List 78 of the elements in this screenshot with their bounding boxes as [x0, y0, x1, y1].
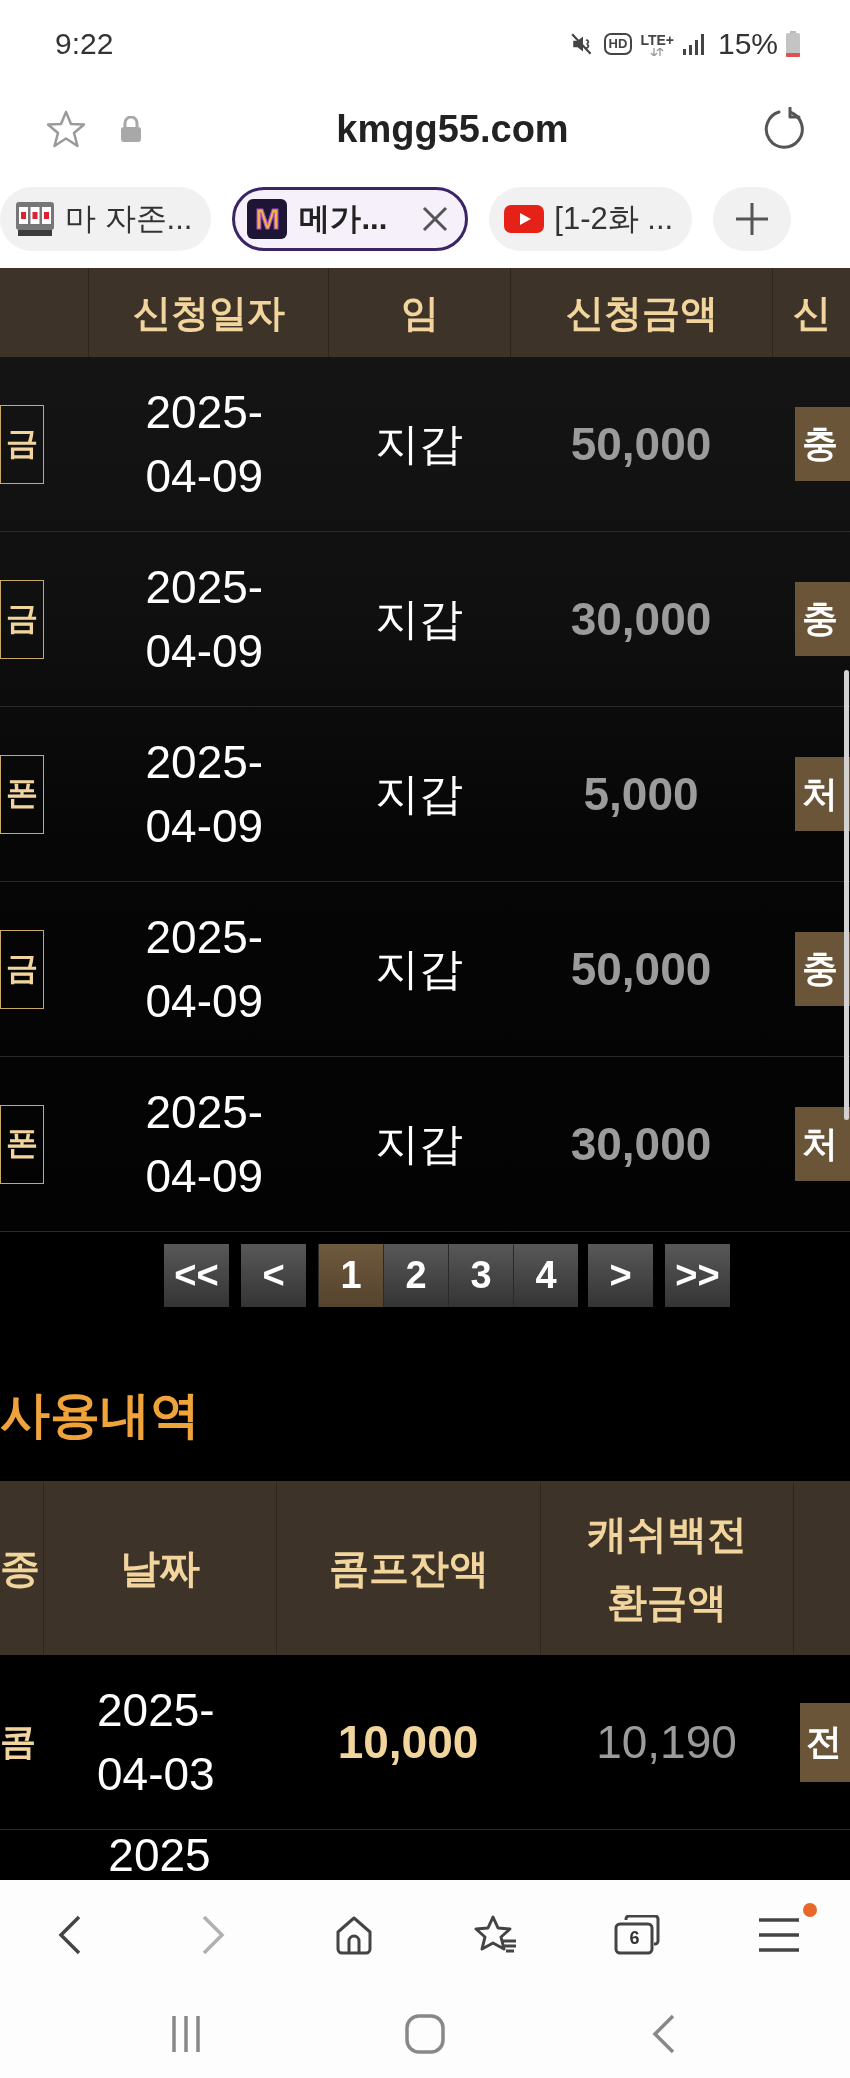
table-cell-text: 지갑: [375, 1117, 463, 1170]
network-type: LTE+: [640, 32, 674, 48]
browser-tab[interactable]: M 메가...: [232, 187, 469, 251]
amount-cell: 5,000: [583, 767, 699, 821]
amount-cell: 30,000: [570, 592, 712, 646]
play-button-icon: [504, 205, 545, 233]
date-cell-text: 2025-04-09: [145, 560, 265, 679]
url-field[interactable]: kmgg55.com: [142, 107, 763, 151]
last-page-button[interactable]: >>: [665, 1244, 730, 1307]
battery-percentage: 15%: [717, 27, 778, 61]
tab-title: [1-2화 ...: [554, 200, 674, 238]
tabs-icon: [614, 1915, 661, 1955]
table-cell-text: 지갑: [375, 942, 463, 995]
column-header: 날짜: [120, 1545, 200, 1592]
signal-icon: [681, 32, 706, 56]
next-page-button[interactable]: >: [588, 1244, 653, 1307]
action-button[interactable]: 전: [800, 1702, 850, 1782]
column-header: 콤프잔액: [328, 1545, 489, 1592]
status-button[interactable]: 충: [795, 407, 850, 481]
status-button[interactable]: 처: [795, 1107, 850, 1181]
table-cell-text: 지갑: [375, 767, 463, 820]
previous-page-button[interactable]: <: [241, 1244, 306, 1307]
date-cell-text: 2025-04-09: [145, 1085, 265, 1204]
menu-icon[interactable]: [757, 1915, 802, 1955]
status-button[interactable]: 충: [795, 582, 850, 656]
clock-time: 9:22: [55, 27, 114, 61]
amount-cell: 50,000: [570, 417, 712, 471]
column-header: 신: [792, 291, 831, 334]
site-logo: M: [247, 199, 288, 239]
table-cell-text: 콤: [0, 1719, 36, 1764]
page-button[interactable]: 1: [318, 1244, 383, 1307]
scrollbar-thumb[interactable]: [844, 670, 849, 1120]
amount-cell: 50,000: [570, 942, 712, 996]
bookmarks-icon[interactable]: [473, 1915, 518, 1955]
home-icon[interactable]: [334, 1915, 375, 1955]
amount-cell: 30,000: [570, 1117, 712, 1171]
table-cell-text: 지갑: [375, 417, 463, 470]
slot-machine-icon: [15, 201, 55, 237]
column-header: 임: [400, 291, 439, 334]
tab-title: 메가...: [299, 200, 388, 238]
date-cell-text: 2025-04-09: [145, 910, 265, 1029]
column-header: 신청일자: [132, 291, 285, 334]
tab-title: 마 자존...: [65, 200, 193, 238]
plus-icon: [734, 201, 771, 237]
type-badge: 금: [0, 404, 44, 484]
lock-icon: [120, 116, 142, 142]
system-home-icon[interactable]: [405, 2014, 445, 2054]
date-cell-text: 2025-04-09: [145, 735, 265, 854]
bookmark-star-icon[interactable]: [46, 109, 86, 149]
page-button[interactable]: 2: [383, 1244, 448, 1307]
amount-cell: 10,000: [337, 1715, 479, 1769]
status-button[interactable]: 처: [795, 757, 850, 831]
data-arrows-icon: [650, 47, 665, 56]
section-title: 사용내역: [0, 1387, 200, 1443]
type-badge: 폰: [0, 754, 44, 834]
type-badge: 금: [0, 929, 44, 1009]
type-badge: 폰: [0, 1104, 44, 1184]
column-header: 종: [0, 1545, 40, 1592]
amount-cell: 10,190: [596, 1715, 737, 1769]
first-page-button[interactable]: <<: [164, 1244, 229, 1307]
page-button[interactable]: 3: [448, 1244, 513, 1307]
date-cell: 2025: [108, 1830, 211, 1880]
page-button[interactable]: 4: [513, 1244, 578, 1307]
close-icon[interactable]: [421, 205, 450, 233]
column-header: 캐쉬백전환금액: [586, 1511, 748, 1626]
tab-switcher-button[interactable]: 6: [614, 1915, 661, 1955]
column-header: 신청금액: [565, 291, 718, 334]
battery-icon: [786, 31, 800, 57]
date-cell-text: 2025-04-03: [97, 1683, 216, 1802]
hd-voice-indicator: HD: [603, 33, 633, 55]
reload-icon[interactable]: [763, 107, 807, 151]
status-button[interactable]: 충: [795, 932, 850, 1006]
type-badge: 금: [0, 579, 44, 659]
date-cell-text: 2025-04-09: [145, 385, 265, 504]
table-cell-text: 지갑: [375, 592, 463, 645]
recent-apps-icon[interactable]: [170, 2014, 201, 2054]
browser-tab[interactable]: [1-2화 ...: [489, 187, 693, 251]
browser-tab[interactable]: 마 자존...: [0, 187, 212, 251]
